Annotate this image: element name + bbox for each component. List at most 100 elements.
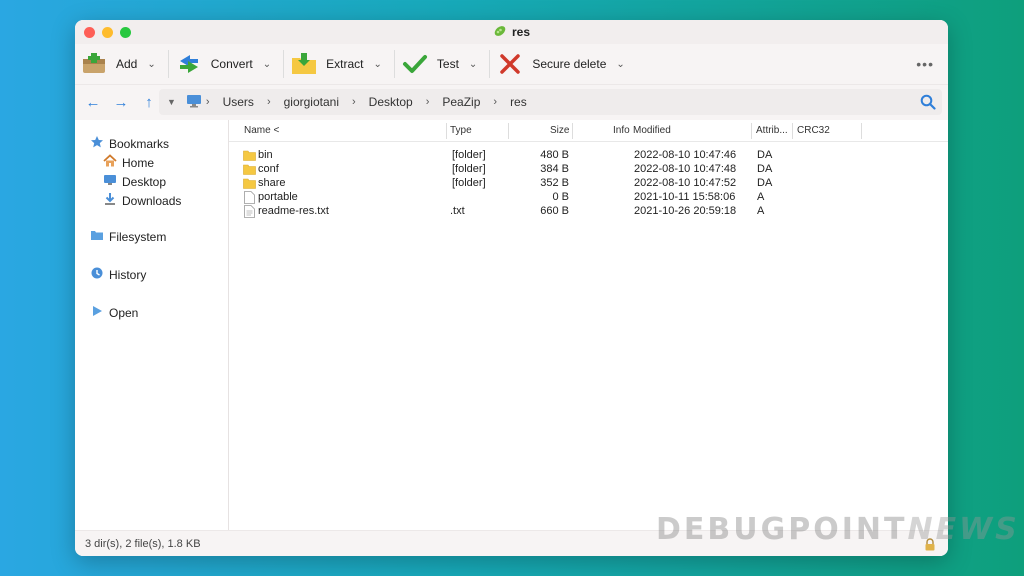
- column-divider[interactable]: [861, 123, 862, 139]
- file-name: portable: [258, 191, 298, 203]
- close-window-button[interactable]: [84, 27, 95, 38]
- sidebar-item-label: Filesystem: [109, 229, 167, 244]
- up-arrow-icon[interactable]: ↑: [139, 94, 159, 111]
- table-row[interactable]: share [folder] 352 B 2022-08-10 10:47:52…: [229, 177, 948, 191]
- test-button[interactable]: Test ⌄: [401, 44, 487, 84]
- window-title: res: [511, 25, 531, 39]
- sidebar-item-open[interactable]: Open: [90, 304, 138, 321]
- breadcrumb-res[interactable]: res: [510, 95, 527, 109]
- breadcrumb-peazip[interactable]: PeaZip: [442, 95, 480, 109]
- forward-arrow-icon[interactable]: →: [111, 94, 131, 111]
- file-modified: 2021-10-11 15:58:06: [634, 191, 736, 203]
- breadcrumb-users[interactable]: Users: [223, 95, 254, 109]
- toolbar: Add ⌄ Convert ⌄ Extract ⌄ Test ⌄ Secure …: [75, 44, 948, 84]
- watermark-part1: DEBUGPOINT: [656, 512, 908, 547]
- toolbar-divider: [489, 50, 491, 78]
- play-icon: [90, 304, 104, 321]
- search-icon[interactable]: [920, 94, 936, 113]
- folder-icon: [243, 164, 256, 178]
- sidebar-item-downloads[interactable]: Downloads: [103, 192, 181, 209]
- column-type[interactable]: Type: [450, 125, 472, 136]
- sidebar-item-filesystem[interactable]: Filesystem: [90, 229, 166, 244]
- history-dropdown-icon[interactable]: ▼: [167, 97, 176, 107]
- column-divider[interactable]: [792, 123, 793, 139]
- file-attrib: DA: [757, 149, 773, 161]
- chevron-down-icon[interactable]: ⌄: [263, 59, 271, 70]
- file-size: 480 B: [540, 149, 569, 161]
- minimize-window-button[interactable]: [102, 27, 113, 38]
- extract-folder-icon: [290, 50, 318, 78]
- file-attrib: DA: [757, 163, 773, 175]
- more-options-icon[interactable]: •••: [916, 56, 934, 72]
- column-headers: Name < Type Size Info Modified Attrib...…: [229, 120, 948, 142]
- checkmark-icon: [401, 50, 429, 78]
- extract-button[interactable]: Extract ⌄: [290, 44, 392, 84]
- title-bar: res: [75, 20, 948, 44]
- file-modified: 2021-10-26 20:59:18: [634, 205, 737, 217]
- status-text: 3 dir(s), 2 file(s), 1.8 KB: [85, 537, 201, 550]
- breadcrumb: ▼ › Users › giorgiotani › Desktop › PeaZ…: [159, 89, 942, 115]
- file-modified: 2022-08-10 10:47:52: [634, 177, 737, 189]
- toolbar-divider: [283, 50, 285, 78]
- folder-icon: [243, 178, 256, 192]
- sidebar-item-desktop[interactable]: Desktop: [103, 173, 166, 190]
- file-type: [folder]: [452, 149, 486, 161]
- table-row[interactable]: portable 0 B 2021-10-11 15:58:06 A: [229, 191, 948, 205]
- secure-delete-button[interactable]: Secure delete ⌄: [496, 44, 634, 84]
- download-icon: [103, 192, 117, 209]
- sidebar-item-history[interactable]: History: [90, 266, 146, 283]
- file-size: 0 B: [552, 191, 569, 203]
- column-divider[interactable]: [572, 123, 573, 139]
- breadcrumb-giorgiotani[interactable]: giorgiotani: [284, 95, 339, 109]
- computer-icon[interactable]: [186, 94, 202, 111]
- column-divider[interactable]: [446, 123, 447, 139]
- convert-button[interactable]: Convert ⌄: [175, 44, 281, 84]
- sidebar-item-home[interactable]: Home: [103, 154, 154, 171]
- sidebar-item-label: Bookmarks: [109, 136, 170, 151]
- table-row[interactable]: bin [folder] 480 B 2022-08-10 10:47:46 D…: [229, 149, 948, 163]
- file-name: readme-res.txt: [258, 205, 329, 217]
- text-file-icon: [244, 205, 255, 221]
- file-modified: 2022-08-10 10:47:46: [634, 149, 737, 161]
- convert-label: Convert: [210, 57, 253, 71]
- breadcrumb-desktop[interactable]: Desktop: [369, 95, 413, 109]
- file-modified: 2022-08-10 10:47:48: [634, 163, 737, 175]
- column-info[interactable]: Info: [613, 125, 630, 136]
- table-row[interactable]: readme-res.txt .txt 660 B 2021-10-26 20:…: [229, 205, 948, 219]
- file-attrib: DA: [757, 177, 773, 189]
- column-modified[interactable]: Modified: [633, 125, 671, 136]
- back-arrow-icon[interactable]: ←: [83, 94, 103, 111]
- history-icon: [90, 266, 104, 283]
- chevron-down-icon[interactable]: ⌄: [616, 59, 624, 70]
- folder-icon: [90, 229, 104, 244]
- add-button[interactable]: Add ⌄: [80, 44, 166, 84]
- table-row[interactable]: conf [folder] 384 B 2022-08-10 10:47:48 …: [229, 163, 948, 177]
- chevron-down-icon[interactable]: ⌄: [147, 59, 155, 70]
- file-size: 660 B: [540, 205, 569, 217]
- file-type: [folder]: [452, 177, 486, 189]
- convert-icon: [175, 50, 203, 78]
- maximize-window-button[interactable]: [120, 27, 131, 38]
- toolbar-divider: [167, 50, 169, 78]
- sidebar-item-bookmarks[interactable]: Bookmarks: [90, 135, 169, 152]
- sidebar-item-label: Open: [109, 305, 139, 320]
- column-divider[interactable]: [508, 123, 509, 139]
- sidebar-item-label: Downloads: [122, 193, 182, 208]
- app-window: res Add ⌄ Convert ⌄ Extract ⌄ Test ⌄ Sec…: [75, 20, 948, 556]
- file-attrib: A: [757, 205, 765, 217]
- chevron-down-icon[interactable]: ⌄: [374, 59, 382, 70]
- file-list: Name < Type Size Info Modified Attrib...…: [229, 120, 948, 530]
- file-name: bin: [258, 149, 273, 161]
- peazip-logo-icon: [493, 24, 507, 41]
- chevron-down-icon[interactable]: ⌄: [469, 59, 477, 70]
- column-crc[interactable]: CRC32: [797, 125, 830, 136]
- column-name[interactable]: Name <: [244, 125, 279, 136]
- column-divider[interactable]: [751, 123, 752, 139]
- extract-label: Extract: [326, 57, 364, 71]
- column-size[interactable]: Size: [550, 125, 569, 136]
- file-name: share: [258, 177, 286, 189]
- address-bar: ← → ↑ ▼ › Users › giorgiotani › Desktop …: [75, 84, 948, 120]
- file-type: [folder]: [452, 163, 486, 175]
- add-label: Add: [116, 57, 138, 71]
- column-attrib[interactable]: Attrib...: [756, 125, 788, 136]
